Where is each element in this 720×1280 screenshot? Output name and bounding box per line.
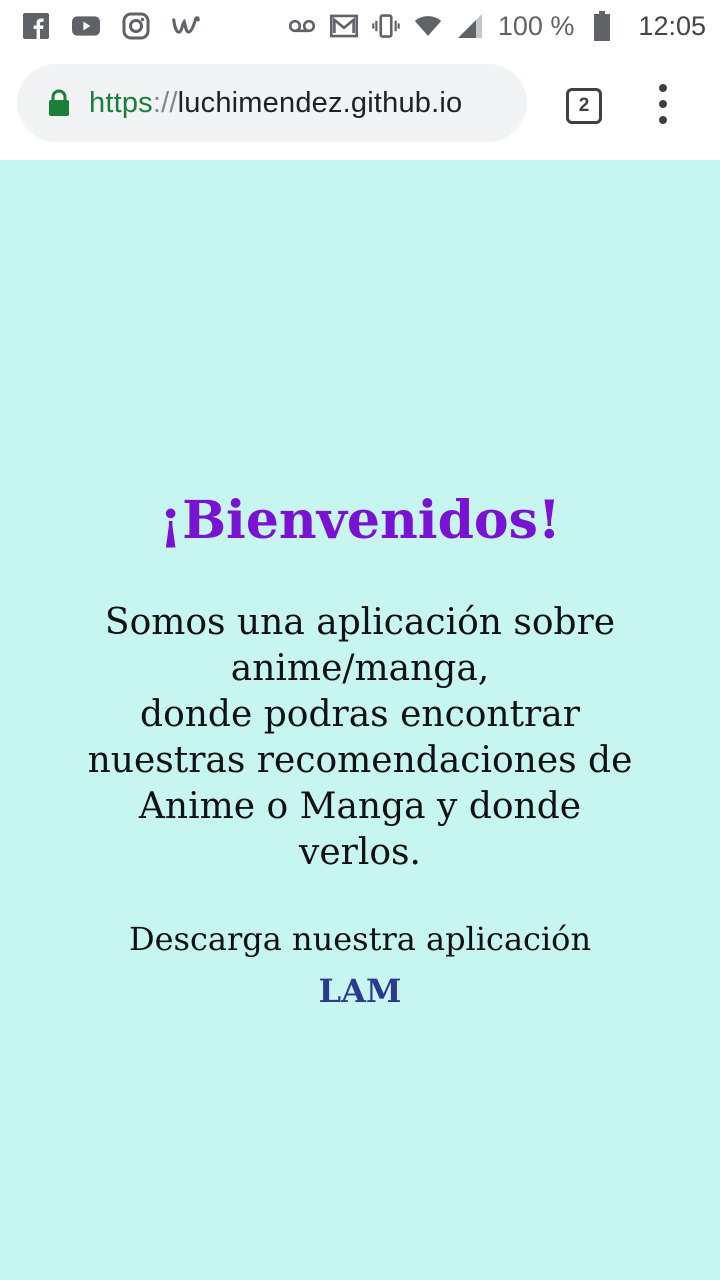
welcome-heading: ¡Bienvenidos! (159, 490, 561, 551)
menu-dot (659, 84, 667, 92)
download-prompt: Descarga nuestra aplicación (128, 920, 592, 958)
notification-icons (22, 12, 200, 40)
url-scheme: https (89, 86, 153, 119)
gmail-icon (329, 12, 358, 40)
status-bar: 100 % 12:05 (0, 0, 720, 52)
instagram-icon (122, 12, 150, 40)
browser-toolbar: https://luchimendez.github.io 2 (0, 52, 720, 160)
system-icons: 100 % 12:05 (288, 11, 706, 42)
menu-dot (659, 116, 667, 124)
lock-icon[interactable] (47, 89, 71, 117)
page-content: ¡Bienvenidos! Somos una aplicación sobre… (0, 160, 720, 1280)
voicemail-icon (288, 12, 316, 40)
tab-count: 2 (578, 95, 590, 116)
overflow-menu-button[interactable] (650, 84, 676, 124)
menu-dot (659, 100, 667, 108)
description-line: donde podras encontrar nuestras recomend… (87, 694, 633, 873)
youtube-icon (72, 12, 100, 40)
address-bar[interactable]: https://luchimendez.github.io (17, 64, 527, 142)
app-download-link[interactable]: LAM (0, 972, 720, 1010)
signal-icon (456, 12, 484, 40)
app-description: Somos una aplicación sobre anime/manga, … (80, 600, 640, 876)
facebook-icon (22, 12, 50, 40)
url-host: luchimendez.github.io (177, 86, 463, 119)
wifi-icon (414, 12, 442, 40)
url-separator: :// (152, 86, 178, 119)
description-line: Somos una aplicación sobre anime/manga, (104, 602, 616, 689)
tab-switcher-button[interactable]: 2 (566, 88, 602, 124)
battery-percentage: 100 % (497, 10, 575, 41)
url-text[interactable]: https://luchimendez.github.io (89, 87, 462, 120)
vibrate-icon (372, 12, 400, 40)
battery-icon (588, 11, 616, 41)
wish-icon (172, 12, 200, 40)
clock: 12:05 (638, 10, 706, 41)
